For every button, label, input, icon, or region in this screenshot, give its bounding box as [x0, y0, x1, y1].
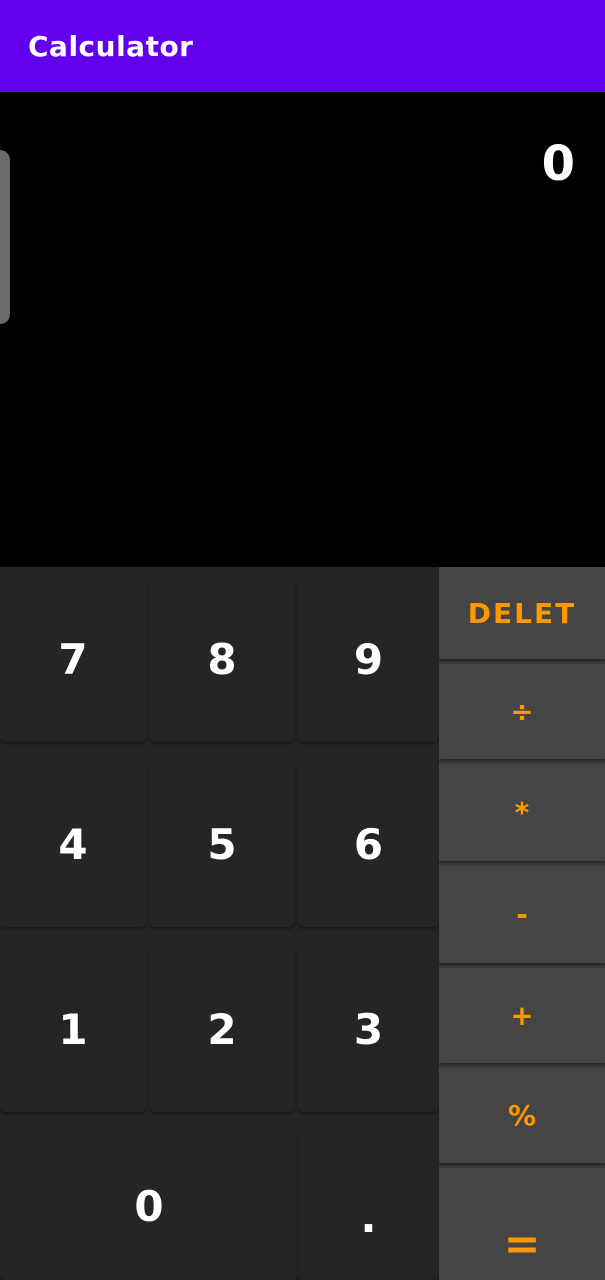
key-0[interactable]: 0 [0, 1132, 298, 1280]
scroll-handle[interactable] [0, 150, 10, 324]
key-4[interactable]: 4 [0, 762, 146, 927]
divide-button[interactable]: ÷ [439, 664, 605, 759]
equals-button[interactable]: = [439, 1168, 605, 1280]
key-2[interactable]: 2 [149, 947, 295, 1112]
key-7[interactable]: 7 [0, 577, 146, 742]
keypad: 7 8 9 4 5 6 1 2 3 0 . DELET ÷ * - + % = [0, 567, 605, 1280]
add-button[interactable]: + [439, 968, 605, 1063]
app-bar: Calculator [0, 0, 605, 92]
delete-button[interactable]: DELET [439, 567, 605, 659]
key-3[interactable]: 3 [298, 947, 439, 1112]
key-6[interactable]: 6 [298, 762, 439, 927]
key-9[interactable]: 9 [298, 577, 439, 742]
key-1[interactable]: 1 [0, 947, 146, 1112]
percent-button[interactable]: % [439, 1068, 605, 1163]
subtract-button[interactable]: - [439, 866, 605, 963]
operator-column: DELET ÷ * - + % = [439, 567, 605, 1280]
key-8[interactable]: 8 [149, 577, 295, 742]
key-dot[interactable]: . [298, 1132, 439, 1280]
digit-pad: 7 8 9 4 5 6 1 2 3 0 . [0, 567, 439, 1280]
display-value: 0 [541, 136, 575, 192]
app-title: Calculator [28, 29, 194, 63]
multiply-button[interactable]: * [439, 764, 605, 861]
key-5[interactable]: 5 [149, 762, 295, 927]
display-area: 0 [0, 92, 605, 567]
